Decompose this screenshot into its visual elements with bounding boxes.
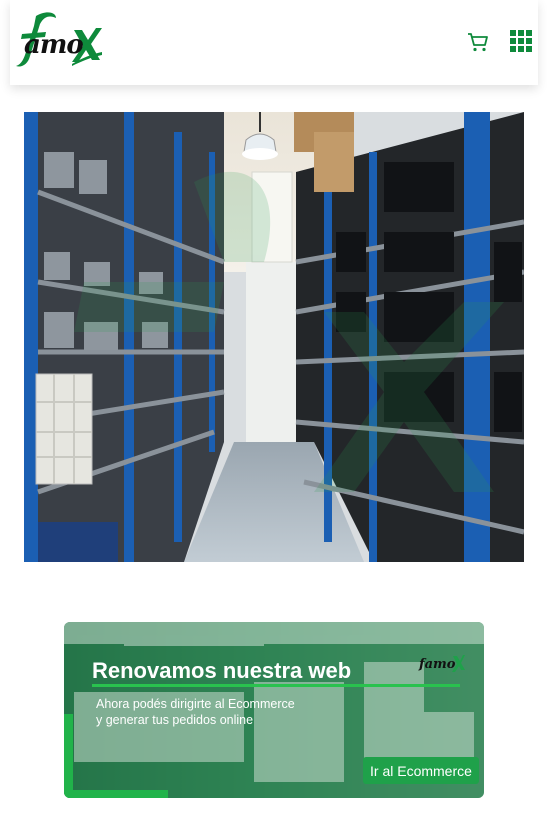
banner-subtitle: Ahora podés dirigirte al Ecommerce y gen… (96, 696, 356, 728)
go-to-ecommerce-button[interactable]: Ir al Ecommerce (363, 757, 479, 784)
hero-image (24, 112, 524, 562)
banner-accent-horizontal (64, 790, 168, 798)
banner-logo-icon: famo (418, 655, 465, 672)
logo-wordmark: amo (24, 30, 84, 60)
banner-subtitle-line-1: Ahora podés dirigirte al Ecommerce (96, 697, 295, 711)
cart-icon[interactable] (466, 30, 490, 54)
site-header: amo (10, 0, 538, 85)
famox-logo[interactable]: amo (12, 8, 102, 70)
banner-title: Renovamos nuestra web (92, 658, 352, 683)
grid-menu-icon[interactable] (510, 30, 532, 52)
ecommerce-banner[interactable]: Renovamos nuestra web Ahora podés dirigi… (64, 622, 484, 798)
banner-accent-vertical (64, 714, 73, 798)
banner-divider (92, 684, 460, 687)
svg-text:famo: famo (418, 657, 456, 672)
banner-subtitle-line-2: y generar tus pedidos online (96, 713, 254, 727)
warehouse-photo (24, 112, 524, 562)
